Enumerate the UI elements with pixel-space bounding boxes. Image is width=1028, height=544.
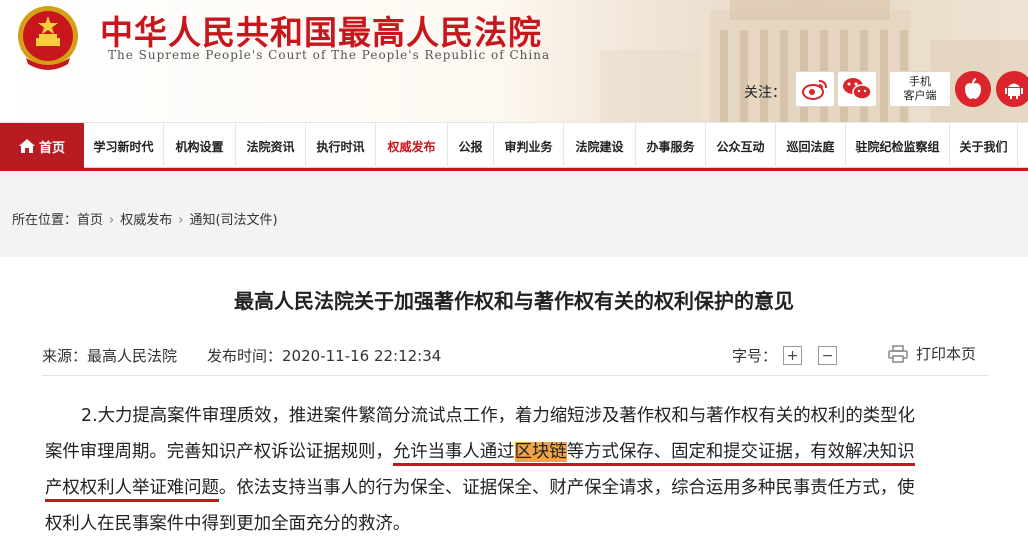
paragraph-line: 权利人在民事案件中得到更加全面充分的救济。 — [45, 514, 411, 534]
apple-button[interactable] — [955, 71, 991, 107]
breadcrumb-release[interactable]: 权威发布 — [120, 213, 172, 228]
nav-item[interactable]: 公众互动 — [706, 123, 776, 169]
paragraph-text: 等方式保存、固定和提交证据，有效解决知识 — [566, 442, 915, 462]
national-emblem-icon — [18, 6, 78, 70]
wechat-button[interactable] — [837, 71, 877, 107]
meta-divider — [42, 375, 988, 376]
article-meta: 来源：最高人民法院 发布时间：2020-11-16 22:12:34 — [42, 345, 441, 366]
apple-icon — [965, 78, 981, 99]
nav-item[interactable]: 办事服务 — [636, 123, 706, 169]
nav-item[interactable]: 学习新时代 — [84, 123, 164, 169]
mobile-client-button[interactable]: 手机 客户端 — [889, 71, 951, 107]
print-button[interactable]: 打印本页 — [888, 343, 976, 364]
breadcrumb-bar: 所在位置：首页 › 权威发布 › 通知(司法文件) — [0, 171, 1028, 257]
site-header: 中华人民共和国最高人民法院 The Supreme People's Court… — [0, 0, 1028, 122]
font-increase-button[interactable]: + — [783, 346, 803, 365]
paragraph-line: 产权权利人举证难问题。依法支持当事人的行为保全、证据保全、财产保全请求，综合运用… — [45, 470, 995, 506]
article-paragraph: 2.大力提高案件审理质效，推进案件繁简分流试点工作，着力缩短涉及著作权和与著作权… — [45, 398, 995, 542]
chevron-right-icon: › — [178, 213, 184, 228]
paragraph-text: 案件审理周期。完善知识产权诉讼证据规则， — [45, 442, 393, 462]
article-source: 来源：最高人民法院 — [42, 347, 178, 365]
printer-icon — [888, 344, 908, 363]
android-button[interactable] — [996, 71, 1028, 107]
nav-item[interactable]: 关于我们 — [950, 123, 1018, 169]
nav-item[interactable]: 巡回法庭 — [776, 123, 846, 169]
chevron-right-icon: › — [109, 213, 115, 228]
nav-item[interactable]: 公报 — [448, 123, 494, 169]
underlined-text: 允许当事人通过区块链等方式保存、固定和提交证据，有效解决知识 — [392, 442, 915, 466]
site-subtitle: The Supreme People's Court of The People… — [108, 48, 551, 62]
nav-home-label: 首页 — [38, 140, 65, 156]
nav-item[interactable]: 审判业务 — [494, 123, 564, 169]
font-decrease-button[interactable]: − — [818, 346, 838, 365]
nav-item[interactable]: 法院资讯 — [236, 123, 306, 169]
court-building-image — [600, 0, 1028, 122]
main-nav: 首页 学习新时代 机构设置 法院资讯 执行时讯 权威发布 公报 审判业务 法院建… — [0, 122, 1028, 169]
mobile-label-line1: 手机 — [909, 75, 931, 88]
breadcrumb: 所在位置：首页 › 权威发布 › 通知(司法文件) — [12, 209, 278, 228]
breadcrumb-prefix: 所在位置： — [12, 213, 78, 228]
nav-home[interactable]: 首页 — [0, 123, 84, 169]
nav-item[interactable]: 法院建设 — [564, 123, 636, 169]
article-published: 发布时间：2020-11-16 22:12:34 — [207, 347, 442, 365]
article-title: 最高人民法院关于加强著作权和与著作权有关的权利保护的意见 — [234, 289, 794, 313]
article: 最高人民法院关于加强著作权和与著作权有关的权利保护的意见 来源：最高人民法院 发布… — [0, 257, 1028, 544]
font-size-control: 字号： + − — [732, 345, 838, 366]
print-label: 打印本页 — [916, 345, 977, 363]
site-title[interactable]: 中华人民共和国最高人民法院 — [100, 6, 542, 54]
weibo-button[interactable] — [795, 71, 835, 107]
weibo-icon — [802, 80, 827, 100]
breadcrumb-notice[interactable]: 通知(司法文件) — [189, 213, 277, 228]
nav-item[interactable]: 驻院纪检监察组 — [846, 123, 950, 169]
mobile-label-line2: 客户端 — [903, 89, 937, 102]
highlighted-keyword: 区块链 — [514, 442, 567, 462]
breadcrumb-home[interactable]: 首页 — [77, 213, 103, 228]
follow-label: 关注： — [744, 85, 786, 101]
font-size-label: 字号： — [732, 347, 778, 365]
nav-item[interactable]: 机构设置 — [164, 123, 236, 169]
underlined-text: 产权权利人举证难问题 — [45, 478, 219, 502]
nav-item-active[interactable]: 权威发布 — [376, 123, 448, 169]
home-icon — [18, 139, 35, 153]
wechat-icon — [843, 78, 872, 100]
nav-item[interactable]: 执行时讯 — [306, 123, 376, 169]
paragraph-text: 。依法支持当事人的行为保全、证据保全、财产保全请求，综合运用多种民事责任方式，使 — [218, 478, 915, 498]
paragraph-text: 允许当事人通过 — [392, 442, 515, 462]
paragraph-line: 案件审理周期。完善知识产权诉讼证据规则，允许当事人通过区块链等方式保存、固定和提… — [45, 434, 995, 470]
android-icon — [1005, 83, 1023, 99]
mobile-client-label: 手机 客户端 — [904, 75, 937, 103]
nav-items: 学习新时代 机构设置 法院资讯 执行时讯 权威发布 公报 审判业务 法院建设 办… — [84, 123, 1018, 169]
paragraph-line: 2.大力提高案件审理质效，推进案件繁简分流试点工作，着力缩短涉及著作权和与著作权… — [81, 406, 915, 426]
